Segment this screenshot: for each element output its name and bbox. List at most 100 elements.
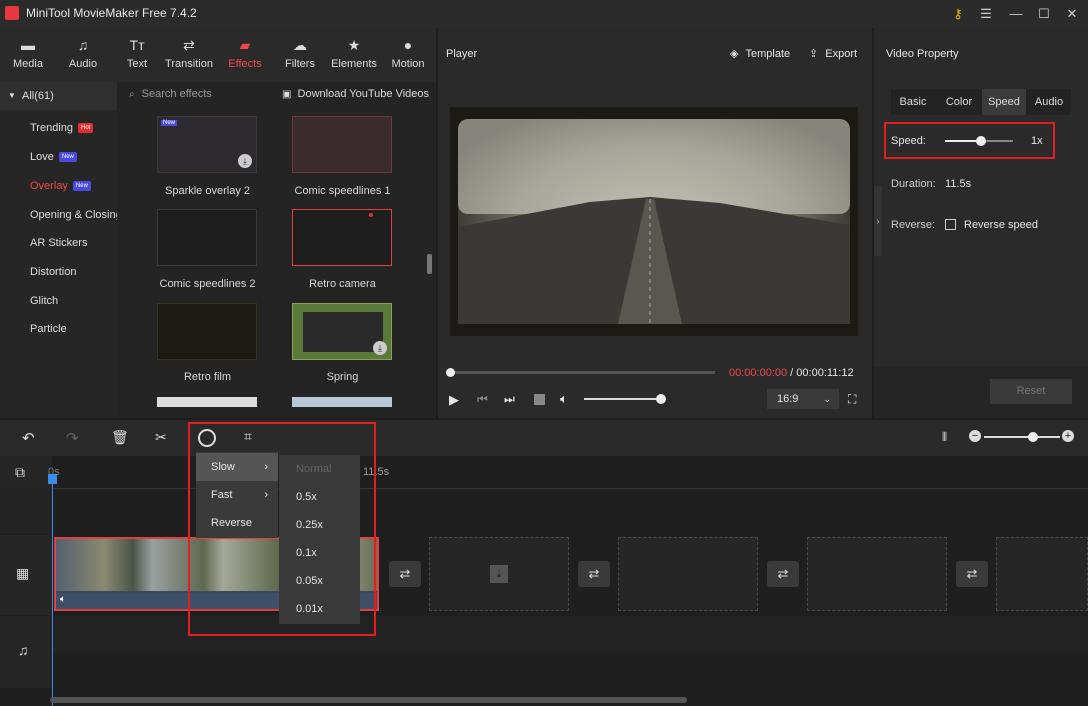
effect-thumb-retro-film[interactable]: [157, 303, 257, 360]
effect-thumb-partial[interactable]: [157, 397, 257, 407]
add-track-icon[interactable]: ⧉: [15, 464, 25, 481]
player-title: Player: [446, 48, 478, 60]
tab-transition[interactable]: ⇄ Transition: [161, 36, 217, 70]
reverse-speed-checkbox[interactable]: [945, 219, 956, 230]
panel-collapse-handle[interactable]: ›: [874, 186, 882, 256]
volume-slider[interactable]: [584, 398, 662, 400]
effect-thumb-spring[interactable]: ⤓: [292, 303, 392, 360]
speed-slider-handle[interactable]: [976, 136, 986, 146]
tab-color[interactable]: Color: [937, 89, 981, 115]
menu-item-fast[interactable]: Fast ›: [196, 481, 278, 509]
category-distortion[interactable]: Distortion: [0, 258, 117, 287]
empty-clip-slot[interactable]: [996, 537, 1088, 611]
effect-thumb-comic-speedlines-1[interactable]: [292, 116, 392, 173]
fit-timeline-icon[interactable]: ⫴: [942, 430, 947, 445]
download-icon[interactable]: ⤓: [238, 154, 252, 168]
delete-icon[interactable]: 🗑︎: [111, 429, 129, 446]
timeline: ⧉ 0s 11.5s ▦ ♫ 🔈︎ ⇄ ⤓ ⇄ ⇄ ⇄: [0, 456, 1088, 706]
empty-clip-slot[interactable]: [807, 537, 947, 611]
transition-swap-button[interactable]: ⇄: [389, 561, 421, 587]
submenu-0-5x[interactable]: 0.5x: [279, 483, 359, 511]
layers-icon: ◈: [730, 48, 739, 60]
grid-scrollbar[interactable]: [427, 254, 432, 274]
category-opening-closing[interactable]: Opening & Closing: [0, 201, 122, 230]
maximize-button[interactable]: ☐: [1030, 4, 1058, 24]
tab-audio[interactable]: Audio: [1027, 89, 1071, 115]
menu-icon[interactable]: ☰: [972, 4, 1000, 24]
tab-basic[interactable]: Basic: [891, 89, 935, 115]
category-particle[interactable]: Particle: [0, 315, 117, 344]
template-button[interactable]: ◈ Template: [730, 47, 790, 60]
transition-swap-button[interactable]: ⇄: [578, 561, 610, 587]
effects-search[interactable]: ⌕ Search effects: [129, 88, 269, 104]
split-icon[interactable]: ✂: [155, 429, 167, 446]
timeline-scrollbar[interactable]: [50, 697, 687, 703]
next-frame-button[interactable]: ⏭: [504, 392, 515, 407]
tab-speed[interactable]: Speed: [982, 89, 1026, 115]
fullscreen-icon[interactable]: ⛶: [848, 392, 856, 407]
export-button[interactable]: ⇪ Export: [809, 47, 857, 60]
transition-swap-button[interactable]: ⇄: [956, 561, 988, 587]
download-icon[interactable]: ⤓: [373, 341, 387, 355]
transition-swap-button[interactable]: ⇄: [767, 561, 799, 587]
aspect-ratio-select[interactable]: 16:9 ⌄: [767, 389, 839, 409]
effect-thumb-retro-camera[interactable]: [292, 209, 392, 266]
stop-button[interactable]: [534, 394, 545, 405]
previous-frame-button[interactable]: ⏮: [477, 392, 488, 407]
playback-handle[interactable]: [446, 368, 455, 377]
thumb-frame: [303, 312, 383, 352]
chevron-right-icon: ›: [264, 489, 268, 501]
category-ar-stickers[interactable]: AR Stickers: [0, 229, 117, 258]
volume-icon[interactable]: 🔈︎: [560, 391, 568, 407]
category-overlay[interactable]: Overlay New: [0, 172, 117, 201]
category-glitch[interactable]: Glitch: [0, 287, 117, 316]
tab-filters[interactable]: ☁ Filters: [272, 36, 328, 70]
minimize-button[interactable]: —: [1002, 4, 1030, 24]
category-all[interactable]: ▼ All(61): [0, 82, 117, 110]
tab-elements[interactable]: ★ Elements: [326, 36, 382, 70]
menu-item-reverse[interactable]: Reverse: [196, 509, 278, 537]
video-preview[interactable]: [450, 107, 858, 336]
playback-progress-track[interactable]: [450, 371, 715, 374]
zoom-in-icon[interactable]: +: [1062, 430, 1074, 442]
redo-icon[interactable]: ↷: [66, 429, 79, 447]
submenu-0-05x[interactable]: 0.05x: [279, 567, 359, 595]
zoom-slider[interactable]: [984, 436, 1060, 438]
zoom-handle[interactable]: [1028, 432, 1038, 442]
tab-motion[interactable]: ● Motion: [380, 36, 436, 70]
submenu-0-1x[interactable]: 0.1x: [279, 539, 359, 567]
property-title: Video Property: [886, 48, 959, 60]
text-icon: Tт: [129, 37, 145, 53]
reverse-speed-label: Reverse speed: [964, 219, 1038, 231]
tab-media[interactable]: ▬ Media: [0, 36, 56, 70]
play-button[interactable]: ▶: [449, 392, 459, 408]
effect-thumb-comic-speedlines-2[interactable]: [157, 209, 257, 266]
category-love[interactable]: Love New: [0, 143, 117, 172]
zoom-out-icon[interactable]: −: [969, 430, 981, 442]
current-time: 00:00:00:00: [729, 367, 788, 379]
close-button[interactable]: ✕: [1058, 4, 1086, 24]
effect-thumb-sparkle-overlay-2[interactable]: New ⤓: [157, 116, 257, 173]
effect-thumb-partial[interactable]: [292, 397, 392, 407]
speed-label: Speed:: [891, 135, 926, 147]
empty-clip-slot[interactable]: ⤓: [429, 537, 569, 611]
tab-text[interactable]: Tт Text: [109, 36, 165, 70]
undo-icon[interactable]: ↶: [22, 429, 35, 447]
elements-icon: ★: [347, 37, 361, 53]
chevron-down-icon: ⌄: [823, 394, 831, 404]
playhead[interactable]: [52, 474, 53, 706]
total-time: 00:00:11:12: [796, 367, 854, 379]
reset-button[interactable]: Reset: [990, 379, 1072, 404]
duration-value: 11.5s: [945, 178, 972, 190]
playhead-handle[interactable]: [48, 474, 57, 484]
tab-effects[interactable]: ▰ Effects: [217, 36, 273, 70]
key-icon[interactable]: ⚷: [944, 4, 972, 24]
submenu-0-25x[interactable]: 0.25x: [279, 511, 359, 539]
menu-item-slow[interactable]: Slow ›: [196, 453, 278, 481]
download-youtube-link[interactable]: ▣ Download YouTube Videos: [282, 88, 432, 104]
volume-handle[interactable]: [656, 394, 666, 404]
submenu-0-01x[interactable]: 0.01x: [279, 595, 359, 623]
tab-audio[interactable]: ♫ Audio: [55, 36, 111, 70]
category-trending[interactable]: Trending Hot: [0, 114, 117, 143]
empty-clip-slot[interactable]: [618, 537, 758, 611]
